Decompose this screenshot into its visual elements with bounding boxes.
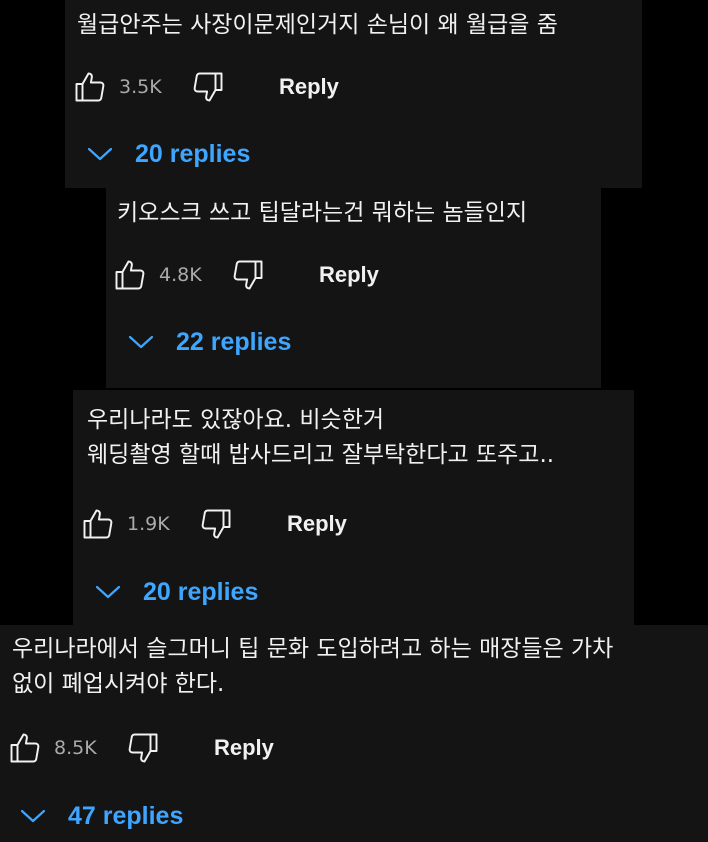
comment-card-4: 우리나라에서 슬그머니 팁 문화 도입하려고 하는 매장들은 가차 없이 폐업시…	[0, 625, 708, 842]
comment-line: 우리나라도 있잖아요. 비슷한거	[87, 407, 385, 433]
comment-line: 우리나라에서 슬그머니 팁 문화 도입하려고 하는 매장들은 가차	[12, 636, 614, 662]
replies-count-label: 20 replies	[135, 139, 251, 168]
comment-line: 월급안주는 사장이문제인거지 손님이 왜 월급을 줌	[77, 12, 558, 38]
like-count: 8.5K	[54, 737, 97, 759]
comment-text: 월급안주는 사장이문제인거지 손님이 왜 월급을 줌	[77, 8, 558, 43]
comment-line: 없이 폐업시켜야 한다.	[12, 671, 225, 697]
thumbs-up-icon[interactable]	[71, 68, 109, 106]
like-count: 1.9K	[127, 513, 170, 535]
like-count: 4.8K	[159, 264, 202, 286]
thumbs-up-icon[interactable]	[6, 729, 44, 767]
view-replies-button[interactable]: 20 replies	[93, 572, 258, 612]
chevron-down-icon	[128, 335, 154, 349]
reply-button[interactable]: Reply	[214, 735, 274, 761]
comment-actions: 3.5K Reply	[71, 67, 339, 107]
chevron-down-icon	[95, 585, 121, 599]
comment-text: 키오스크 쓰고 팁달라는건 뭐하는 놈들인지	[117, 196, 527, 231]
thumbs-down-icon[interactable]	[189, 68, 227, 106]
thumbs-up-icon[interactable]	[111, 256, 149, 294]
reply-button[interactable]: Reply	[279, 74, 339, 100]
view-replies-button[interactable]: 22 replies	[126, 322, 291, 362]
comment-card-1: 월급안주는 사장이문제인거지 손님이 왜 월급을 줌 3.5K Reply 20…	[65, 0, 642, 188]
chevron-down-icon	[87, 147, 113, 161]
thumbs-down-icon[interactable]	[197, 505, 235, 543]
replies-count-label: 47 replies	[68, 801, 184, 830]
comment-text: 우리나라에서 슬그머니 팁 문화 도입하려고 하는 매장들은 가차 없이 폐업시…	[12, 632, 613, 702]
replies-count-label: 22 replies	[176, 327, 292, 356]
thumbs-up-icon[interactable]	[79, 505, 117, 543]
reply-button[interactable]: Reply	[287, 511, 347, 537]
view-replies-button[interactable]: 47 replies	[18, 796, 183, 836]
like-count: 3.5K	[119, 76, 162, 98]
comment-card-2: 키오스크 쓰고 팁달라는건 뭐하는 놈들인지 4.8K Reply 22 rep…	[106, 188, 601, 388]
comment-text: 우리나라도 있잖아요. 비슷한거 웨딩촬영 할때 밥사드리고 잘부탁한다고 또주…	[87, 403, 554, 473]
chevron-down-icon	[20, 809, 46, 823]
comment-actions: 1.9K Reply	[79, 504, 347, 544]
comment-actions: 4.8K Reply	[111, 255, 379, 295]
thumbs-down-icon[interactable]	[124, 729, 162, 767]
comment-line: 키오스크 쓰고 팁달라는건 뭐하는 놈들인지	[117, 200, 528, 226]
reply-button[interactable]: Reply	[319, 262, 379, 288]
comment-card-3: 우리나라도 있잖아요. 비슷한거 웨딩촬영 할때 밥사드리고 잘부탁한다고 또주…	[73, 390, 634, 625]
comment-line: 웨딩촬영 할때 밥사드리고 잘부탁한다고 또주고..	[87, 442, 555, 468]
replies-count-label: 20 replies	[143, 577, 259, 606]
comment-actions: 8.5K Reply	[6, 728, 274, 768]
thumbs-down-icon[interactable]	[229, 256, 267, 294]
view-replies-button[interactable]: 20 replies	[85, 134, 250, 174]
